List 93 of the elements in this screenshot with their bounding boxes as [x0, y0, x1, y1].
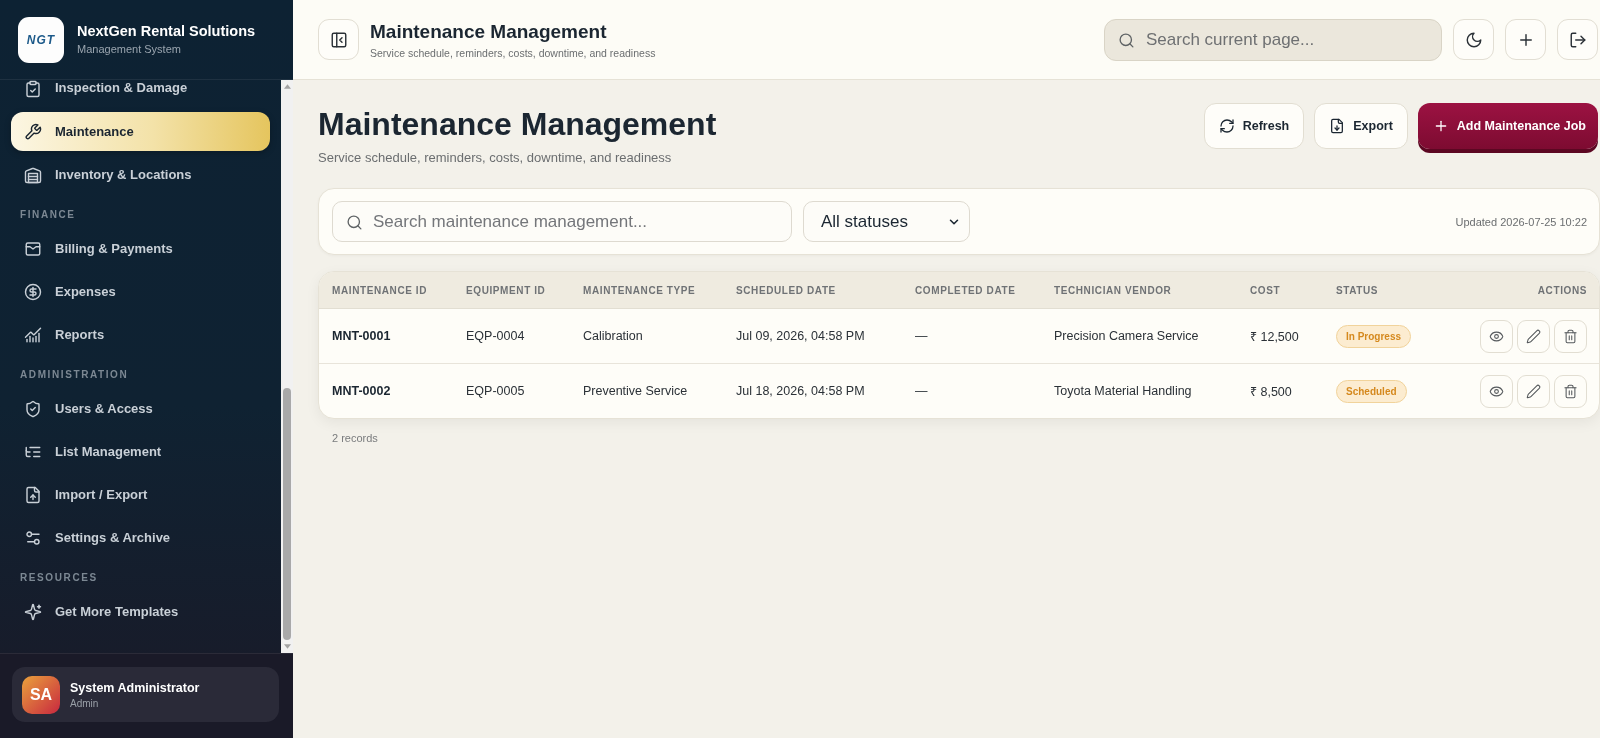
file-upload-icon: [24, 485, 42, 504]
view-button[interactable]: [1480, 319, 1513, 353]
column-header: MAINTENANCE ID: [332, 284, 428, 296]
search-field[interactable]: Search current page...: [1104, 18, 1442, 61]
user-card[interactable]: SA System Administrator Admin: [12, 667, 279, 722]
wrench-icon: [24, 122, 42, 141]
column-header: MAINTENANCE TYPE: [583, 284, 696, 296]
nav-item[interactable]: Inspection & Damage: [11, 80, 270, 108]
column-header: SCHEDULED DATE: [736, 284, 836, 296]
brand-subtitle: Management System: [77, 43, 182, 56]
logout-button[interactable]: [1557, 19, 1598, 60]
user-name: System Administrator: [70, 680, 200, 695]
trash-icon: [1563, 328, 1578, 344]
logout-icon: [1568, 30, 1587, 49]
clipboard-check-icon: [24, 80, 42, 98]
topbar-title: Maintenance Management: [370, 20, 607, 43]
table-cell: MNT-0001: [332, 329, 391, 343]
column-header: COMPLETED DATE: [915, 284, 1016, 296]
nav-item[interactable]: List Management: [11, 432, 270, 471]
nav-item[interactable]: Reports: [11, 315, 270, 354]
user-role: Admin: [70, 697, 99, 709]
column-header: ACTIONS: [1537, 284, 1587, 296]
nav-item[interactable]: Settings & Archive: [11, 518, 270, 557]
dollar-circle-icon: [24, 282, 42, 301]
theme-toggle-button[interactable]: [1453, 19, 1494, 60]
table-cell-text: ₹ 8,500: [1250, 383, 1292, 400]
sliders-icon: [24, 528, 42, 547]
table-cell: Precision Camera Service: [1054, 329, 1199, 343]
search-icon: [1118, 31, 1135, 49]
search-icon: [346, 213, 363, 231]
nav-item[interactable]: Get More Templates: [11, 592, 270, 631]
add-button[interactable]: [1505, 19, 1546, 60]
nav-section-heading: ADMINISTRATION: [20, 369, 129, 381]
shield-check-icon: [24, 399, 42, 418]
table-cell: EQP-0005: [466, 384, 525, 398]
topbar-subtitle: Service schedule, reminders, costs, downtime, and readiness: [370, 46, 656, 59]
sidebar-panel-icon: [329, 30, 348, 49]
delete-button[interactable]: [1554, 319, 1587, 353]
pencil-icon: [1526, 383, 1541, 399]
moon-icon: [1464, 30, 1483, 49]
brand-logo: NGT: [18, 16, 64, 63]
pencil-icon: [1526, 328, 1541, 344]
page-subtitle: Service schedule, reminders, costs, downtime, and readiness: [318, 150, 672, 166]
edit-button[interactable]: [1517, 319, 1550, 353]
status-badge: Scheduled: [1336, 379, 1407, 403]
trash-icon: [1563, 383, 1578, 399]
table-cell: Toyota Material Handling: [1054, 384, 1192, 398]
eye-icon: [1489, 383, 1504, 399]
column-header: STATUS: [1336, 284, 1379, 296]
nav-section-heading: FINANCE: [20, 209, 76, 221]
updated-timestamp: Updated 2026-07-25 10:22: [1455, 215, 1587, 228]
table-cell: MNT-0002: [332, 384, 391, 398]
view-button[interactable]: [1480, 374, 1513, 408]
page-title: Maintenance Management: [318, 105, 717, 144]
warehouse-icon: [24, 165, 42, 184]
export-button[interactable]: Export: [1314, 103, 1408, 149]
nav-section-heading: RESOURCES: [20, 572, 98, 584]
sparkle-icon: [24, 602, 42, 621]
inbox-icon: [24, 239, 42, 258]
nav-item[interactable]: Maintenance: [11, 112, 270, 151]
delete-button[interactable]: [1554, 374, 1587, 408]
scroll-up-arrow-icon[interactable]: [283, 84, 291, 89]
nav-item[interactable]: Billing & Payments: [11, 229, 270, 268]
nav-item[interactable]: Inventory & Locations: [11, 155, 270, 194]
edit-button[interactable]: [1517, 374, 1550, 408]
table-cell: EQP-0004: [466, 329, 525, 343]
table-cell: Preventive Service: [583, 384, 688, 398]
file-download-icon: [1329, 118, 1346, 134]
brand-name: NextGen Rental Solutions: [77, 23, 256, 40]
table-cell: —: [915, 384, 928, 398]
record-count: 2 records: [332, 432, 378, 445]
nav-item[interactable]: Expenses: [11, 272, 270, 311]
column-header: COST: [1250, 284, 1281, 296]
refresh-icon: [1218, 118, 1235, 134]
user-avatar: SA: [22, 675, 60, 714]
table-cell: Jul 09, 2026, 04:58 PM: [736, 329, 865, 343]
status-badge: In Progress: [1336, 324, 1412, 348]
search-field[interactable]: Search maintenance management...: [332, 201, 792, 242]
refresh-button[interactable]: Refresh: [1203, 103, 1305, 149]
table-cell: —: [915, 329, 928, 343]
eye-icon: [1489, 328, 1504, 344]
chart-icon: [24, 325, 42, 344]
table-cell-text: ₹ 12,500: [1250, 328, 1299, 345]
sidebar-toggle-button[interactable]: [318, 19, 359, 60]
scrollbar-thumb[interactable]: [283, 388, 291, 640]
column-header: TECHNICIAN VENDOR: [1054, 284, 1172, 296]
nav-item[interactable]: Users & Access: [11, 389, 270, 428]
table-cell: Jul 18, 2026, 04:58 PM: [736, 384, 865, 398]
table-cell: Calibration: [583, 329, 643, 343]
scroll-down-arrow-icon[interactable]: [283, 644, 291, 649]
nav-item[interactable]: Import / Export: [11, 475, 270, 514]
column-header: EQUIPMENT ID: [466, 284, 546, 296]
status-dropdown[interactable]: All statuses: [803, 201, 970, 242]
